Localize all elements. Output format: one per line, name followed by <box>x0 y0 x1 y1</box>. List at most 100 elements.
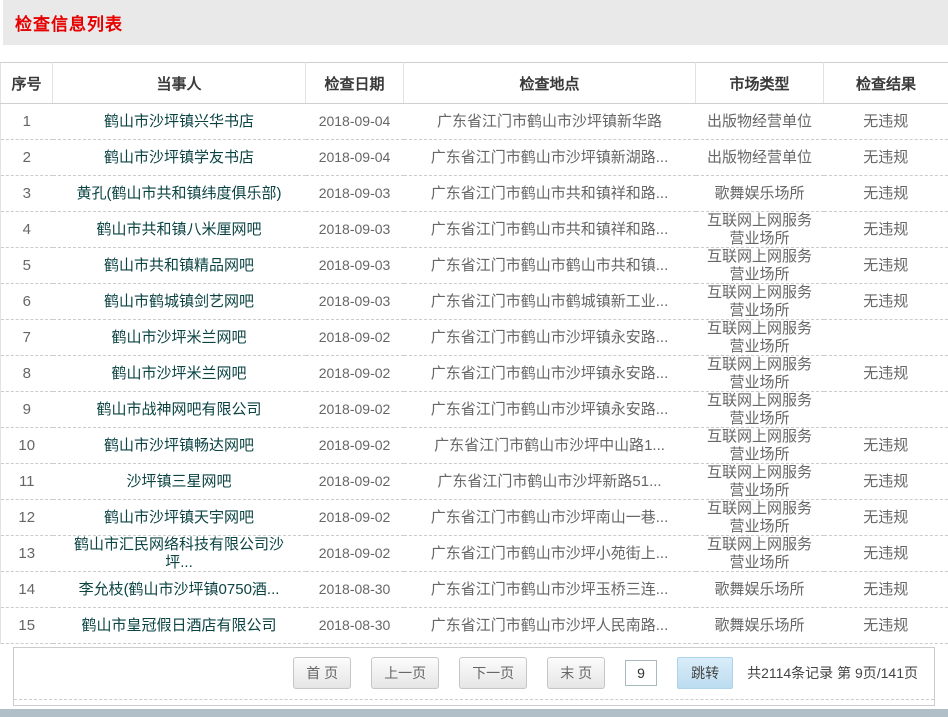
last-page-button[interactable]: 末 页 <box>547 657 605 689</box>
row-serial-no: 12 <box>1 500 53 536</box>
inspect-date: 2018-09-04 <box>306 104 404 140</box>
inspect-result: 无违规 <box>824 176 948 212</box>
inspect-result: 无违规 <box>824 104 948 140</box>
market-type: 歌舞娱乐场所 <box>696 572 824 608</box>
row-serial-no: 4 <box>1 212 53 248</box>
inspect-result <box>824 392 948 428</box>
inspect-result: 无违规 <box>824 356 948 392</box>
row-serial-no: 7 <box>1 320 53 356</box>
inspect-result: 无违规 <box>824 464 948 500</box>
row-serial-no: 1 <box>1 104 53 140</box>
inspect-result: 无违规 <box>824 428 948 464</box>
table-row: 9 鹤山市战神网吧有限公司 2018-09-02 广东省江门市鹤山市沙坪镇永安路… <box>1 392 948 428</box>
party-name-link[interactable]: 黄孔(鹤山市共和镇纬度俱乐部) <box>53 176 306 212</box>
market-type: 互联网上网服务营业场所 <box>696 356 824 392</box>
market-type: 互联网上网服务营业场所 <box>696 284 824 320</box>
header-inspect-date: 检查日期 <box>306 63 404 104</box>
party-name-link[interactable]: 鹤山市沙坪镇学友书店 <box>53 140 306 176</box>
pagination-container: 首 页 上一页 下一页 末 页 跳转 共2114条记录 第 9页/141页 <box>13 647 935 706</box>
inspect-location: 广东省江门市鹤山市沙坪镇永安路... <box>404 392 696 428</box>
inspect-location: 广东省江门市鹤山市沙坪玉桥三连... <box>404 572 696 608</box>
inspect-location: 广东省江门市鹤山市共和镇祥和路... <box>404 212 696 248</box>
header-party: 当事人 <box>53 63 306 104</box>
inspect-date: 2018-08-30 <box>306 572 404 608</box>
table-row: 3 黄孔(鹤山市共和镇纬度俱乐部) 2018-09-03 广东省江门市鹤山市共和… <box>1 176 948 212</box>
inspect-result: 无违规 <box>824 212 948 248</box>
record-summary: 共2114条记录 第 9页/141页 <box>747 663 918 683</box>
market-type: 互联网上网服务营业场所 <box>696 536 824 572</box>
market-type: 互联网上网服务营业场所 <box>696 464 824 500</box>
table-row: 8 鹤山市沙坪米兰网吧 2018-09-02 广东省江门市鹤山市沙坪镇永安路..… <box>1 356 948 392</box>
inspect-result: 无违规 <box>824 572 948 608</box>
row-serial-no: 10 <box>1 428 53 464</box>
table-row: 15 鹤山市皇冠假日酒店有限公司 2018-08-30 广东省江门市鹤山市沙坪人… <box>1 608 948 644</box>
inspect-location: 广东省江门市鹤山市沙坪南山一巷... <box>404 500 696 536</box>
table-body: 1 鹤山市沙坪镇兴华书店 2018-09-04 广东省江门市鹤山市沙坪镇新华路 … <box>1 104 948 644</box>
pagination-row: 首 页 上一页 下一页 末 页 跳转 共2114条记录 第 9页/141页 <box>14 648 934 700</box>
inspect-date: 2018-09-02 <box>306 428 404 464</box>
inspect-location: 广东省江门市鹤山市沙坪中山路1... <box>404 428 696 464</box>
party-name-link[interactable]: 鹤山市皇冠假日酒店有限公司 <box>53 608 306 644</box>
table-row: 11 沙坪镇三星网吧 2018-09-02 广东省江门市鹤山市沙坪新路51...… <box>1 464 948 500</box>
party-name-link[interactable]: 鹤山市共和镇精品网吧 <box>53 248 306 284</box>
next-page-button[interactable]: 下一页 <box>459 657 527 689</box>
inspect-date: 2018-09-03 <box>306 212 404 248</box>
row-serial-no: 3 <box>1 176 53 212</box>
inspect-location: 广东省江门市鹤山市沙坪新路51... <box>404 464 696 500</box>
inspect-result: 无违规 <box>824 140 948 176</box>
table-header: 序号 当事人 检查日期 检查地点 市场类型 检查结果 <box>1 63 948 104</box>
party-name-link[interactable]: 鹤山市共和镇八米厘网吧 <box>53 212 306 248</box>
table-row: 5 鹤山市共和镇精品网吧 2018-09-03 广东省江门市鹤山市鹤山市共和镇.… <box>1 248 948 284</box>
table-row: 7 鹤山市沙坪米兰网吧 2018-09-02 广东省江门市鹤山市沙坪镇永安路..… <box>1 320 948 356</box>
row-serial-no: 15 <box>1 608 53 644</box>
table-row: 14 李允枝(鹤山市沙坪镇0750酒... 2018-08-30 广东省江门市鹤… <box>1 572 948 608</box>
inspect-result: 无违规 <box>824 536 948 572</box>
party-name-link[interactable]: 鹤山市沙坪镇畅达网吧 <box>53 428 306 464</box>
header-result: 检查结果 <box>824 63 948 104</box>
inspect-location: 广东省江门市鹤山市沙坪小苑街上... <box>404 536 696 572</box>
inspect-location: 广东省江门市鹤山市共和镇祥和路... <box>404 176 696 212</box>
party-name-link[interactable]: 鹤山市沙坪镇兴华书店 <box>53 104 306 140</box>
party-name-link[interactable]: 鹤山市鹤城镇剑艺网吧 <box>53 284 306 320</box>
party-name-link[interactable]: 鹤山市汇民网络科技有限公司沙坪... <box>53 536 306 572</box>
inspect-location: 广东省江门市鹤山市鹤山市共和镇... <box>404 248 696 284</box>
table-row: 10 鹤山市沙坪镇畅达网吧 2018-09-02 广东省江门市鹤山市沙坪中山路1… <box>1 428 948 464</box>
party-name-link[interactable]: 鹤山市沙坪米兰网吧 <box>53 320 306 356</box>
inspect-date: 2018-09-02 <box>306 320 404 356</box>
market-type: 互联网上网服务营业场所 <box>696 212 824 248</box>
inspect-location: 广东省江门市鹤山市沙坪镇新湖路... <box>404 140 696 176</box>
header-location: 检查地点 <box>404 63 696 104</box>
title-bar: 检查信息列表 <box>0 0 948 45</box>
party-name-link[interactable]: 沙坪镇三星网吧 <box>53 464 306 500</box>
first-page-button[interactable]: 首 页 <box>293 657 351 689</box>
party-name-link[interactable]: 鹤山市沙坪米兰网吧 <box>53 356 306 392</box>
inspect-location: 广东省江门市鹤山市鹤城镇新工业... <box>404 284 696 320</box>
header-serial-no: 序号 <box>1 63 53 104</box>
prev-page-button[interactable]: 上一页 <box>371 657 439 689</box>
party-name-link[interactable]: 李允枝(鹤山市沙坪镇0750酒... <box>53 572 306 608</box>
inspection-table: 序号 当事人 检查日期 检查地点 市场类型 检查结果 1 鹤山市沙坪镇兴华书店 … <box>0 62 948 644</box>
market-type: 歌舞娱乐场所 <box>696 176 824 212</box>
row-serial-no: 9 <box>1 392 53 428</box>
table-row: 1 鹤山市沙坪镇兴华书店 2018-09-04 广东省江门市鹤山市沙坪镇新华路 … <box>1 104 948 140</box>
party-name-link[interactable]: 鹤山市沙坪镇天宇网吧 <box>53 500 306 536</box>
inspect-result <box>824 320 948 356</box>
party-name-link[interactable]: 鹤山市战神网吧有限公司 <box>53 392 306 428</box>
inspect-date: 2018-09-03 <box>306 176 404 212</box>
market-type: 互联网上网服务营业场所 <box>696 392 824 428</box>
table-row: 6 鹤山市鹤城镇剑艺网吧 2018-09-03 广东省江门市鹤山市鹤城镇新工业.… <box>1 284 948 320</box>
table-row: 12 鹤山市沙坪镇天宇网吧 2018-09-02 广东省江门市鹤山市沙坪南山一巷… <box>1 500 948 536</box>
row-serial-no: 2 <box>1 140 53 176</box>
jump-button[interactable]: 跳转 <box>677 657 733 689</box>
inspect-location: 广东省江门市鹤山市沙坪镇永安路... <box>404 356 696 392</box>
page-number-input[interactable] <box>625 660 657 686</box>
row-serial-no: 11 <box>1 464 53 500</box>
market-type: 歌舞娱乐场所 <box>696 608 824 644</box>
row-serial-no: 8 <box>1 356 53 392</box>
inspect-date: 2018-08-30 <box>306 608 404 644</box>
footer-divider-bar <box>0 709 948 717</box>
inspect-date: 2018-09-03 <box>306 284 404 320</box>
inspect-date: 2018-09-02 <box>306 464 404 500</box>
inspect-location: 广东省江门市鹤山市沙坪镇永安路... <box>404 320 696 356</box>
row-serial-no: 14 <box>1 572 53 608</box>
